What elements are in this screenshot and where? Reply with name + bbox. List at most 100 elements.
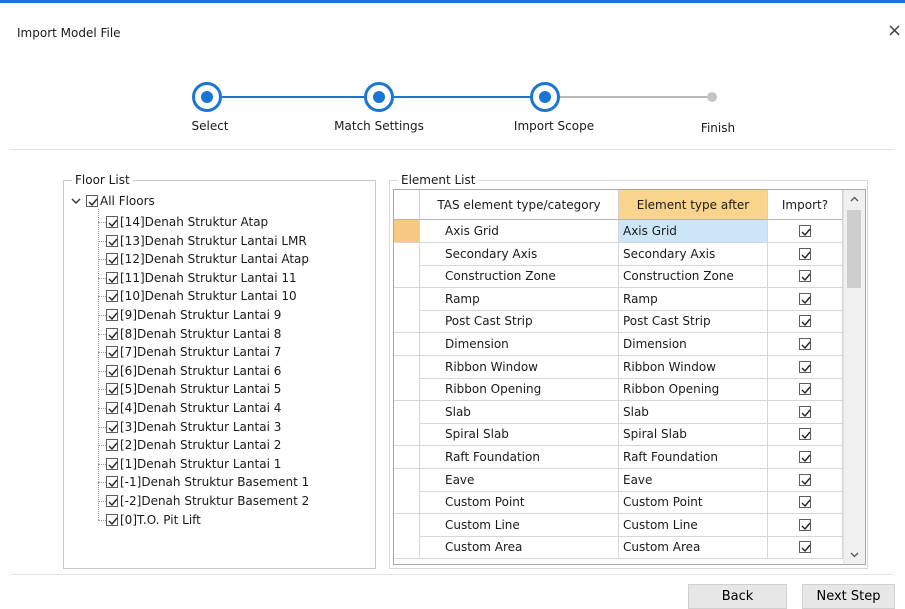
scroll-down-icon[interactable] — [844, 546, 865, 564]
checkbox-checked-icon[interactable] — [799, 451, 811, 463]
type-after-cell[interactable]: Spiral Slab — [619, 423, 768, 447]
tree-item-floor[interactable]: [5]Denah Struktur Lantai 5 — [106, 380, 281, 398]
table-row[interactable]: Ribbon Opening Ribbon Opening — [394, 378, 843, 402]
table-row[interactable]: Custom Point Custom Point — [394, 491, 843, 515]
type-after-cell[interactable]: Custom Line — [619, 513, 768, 537]
checkbox-checked-icon[interactable] — [799, 541, 811, 554]
tree-item-floor[interactable]: [3]Denah Struktur Lantai 3 — [106, 418, 281, 436]
checkbox-checked-icon[interactable] — [106, 309, 118, 321]
back-button[interactable]: Back — [688, 584, 787, 609]
type-after-cell[interactable]: Axis Grid — [619, 220, 768, 243]
scroll-up-icon[interactable] — [844, 190, 865, 208]
tree-item-floor[interactable]: [8]Denah Struktur Lantai 8 — [106, 325, 281, 343]
next-step-button[interactable]: Next Step — [802, 584, 895, 609]
close-icon[interactable]: × — [887, 22, 902, 40]
checkbox-checked-icon[interactable] — [106, 327, 118, 340]
tree-item-floor[interactable]: [12]Denah Struktur Lantai Atap — [106, 250, 309, 268]
scrollbar-thumb[interactable] — [847, 210, 861, 288]
type-after-cell[interactable]: Eave — [619, 468, 768, 492]
checkbox-checked-icon[interactable] — [106, 457, 118, 470]
type-after-cell[interactable]: Ribbon Window — [619, 355, 768, 379]
type-after-cell[interactable]: Slab — [619, 400, 768, 424]
type-after-cell[interactable]: Ramp — [619, 287, 768, 311]
checkbox-checked-icon[interactable] — [799, 518, 811, 531]
tree-item-floor[interactable]: [-2]Denah Struktur Basement 2 — [106, 492, 309, 510]
row-header[interactable] — [394, 355, 420, 379]
checkbox-checked-icon[interactable] — [106, 253, 118, 266]
row-header[interactable] — [394, 333, 420, 356]
tree-item-floor[interactable]: [-1]Denah Struktur Basement 1 — [106, 473, 309, 491]
tree-item-floor[interactable]: [11]Denah Struktur Lantai 11 — [106, 269, 297, 287]
checkbox-checked-icon[interactable] — [799, 473, 811, 486]
type-after-cell[interactable]: Ribbon Opening — [619, 378, 768, 402]
checkbox-checked-icon[interactable] — [106, 420, 118, 433]
table-row[interactable]: Custom Line Custom Line — [394, 513, 843, 537]
table-row[interactable]: Ramp Ramp — [394, 287, 843, 311]
checkbox-checked-icon[interactable] — [799, 270, 811, 283]
column-header-import[interactable]: Import? — [768, 190, 843, 220]
checkbox-checked-icon[interactable] — [799, 383, 811, 396]
tree-item-floor[interactable]: [9]Denah Struktur Lantai 9 — [106, 306, 281, 324]
tree-item-floor[interactable]: [6]Denah Struktur Lantai 6 — [106, 362, 281, 380]
table-row[interactable]: Raft Foundation Raft Foundation — [394, 446, 843, 469]
tree-item-floor[interactable]: [0]T.O. Pit Lift — [106, 511, 201, 529]
row-header[interactable] — [394, 310, 420, 334]
type-after-cell[interactable]: Dimension — [619, 333, 768, 356]
table-row[interactable]: Post Cast Strip Post Cast Strip — [394, 310, 843, 334]
table-row[interactable]: Dimension Dimension — [394, 333, 843, 356]
checkbox-checked-icon[interactable] — [86, 195, 98, 207]
checkbox-checked-icon[interactable] — [799, 360, 811, 373]
row-header[interactable] — [394, 400, 420, 424]
row-header[interactable] — [394, 242, 420, 266]
checkbox-checked-icon[interactable] — [106, 290, 118, 303]
row-header[interactable] — [394, 378, 420, 402]
table-row[interactable]: Eave Eave — [394, 468, 843, 492]
checkbox-checked-icon[interactable] — [799, 338, 811, 350]
checkbox-checked-icon[interactable] — [799, 247, 811, 260]
row-header[interactable] — [394, 491, 420, 515]
tree-item-floor[interactable]: [7]Denah Struktur Lantai 7 — [106, 343, 281, 361]
checkbox-checked-icon[interactable] — [106, 234, 118, 247]
type-after-cell[interactable]: Post Cast Strip — [619, 310, 768, 334]
checkbox-checked-icon[interactable] — [799, 405, 811, 418]
column-header-type-after[interactable]: Element type after — [619, 190, 768, 220]
checkbox-checked-icon[interactable] — [106, 402, 118, 414]
checkbox-checked-icon[interactable] — [106, 476, 118, 489]
tree-item-floor[interactable]: [14]Denah Struktur Atap — [106, 213, 268, 231]
row-header[interactable] — [394, 513, 420, 537]
checkbox-checked-icon[interactable] — [106, 439, 118, 452]
table-row[interactable]: Secondary Axis Secondary Axis — [394, 242, 843, 266]
chevron-down-icon[interactable] — [70, 195, 82, 207]
type-after-cell[interactable]: Custom Point — [619, 491, 768, 515]
checkbox-checked-icon[interactable] — [106, 364, 118, 377]
checkbox-checked-icon[interactable] — [106, 495, 118, 507]
tree-item-floor[interactable]: [1]Denah Struktur Lantai 1 — [106, 455, 281, 473]
table-scrollbar[interactable] — [843, 190, 865, 564]
type-after-cell[interactable]: Construction Zone — [619, 265, 768, 289]
row-header[interactable] — [394, 423, 420, 447]
tree-item-floor[interactable]: [4]Denah Struktur Lantai 4 — [106, 399, 281, 417]
checkbox-checked-icon[interactable] — [799, 315, 811, 328]
row-header[interactable] — [394, 287, 420, 311]
checkbox-checked-icon[interactable] — [799, 496, 811, 509]
type-after-cell[interactable]: Custom Area — [619, 536, 768, 560]
table-row[interactable]: Ribbon Window Ribbon Window — [394, 355, 843, 379]
tree-item-floor[interactable]: [10]Denah Struktur Lantai 10 — [106, 287, 297, 305]
row-header[interactable] — [394, 265, 420, 289]
table-row[interactable]: Axis Grid Axis Grid — [394, 220, 843, 243]
checkbox-checked-icon[interactable] — [106, 346, 118, 359]
checkbox-checked-icon[interactable] — [799, 428, 811, 441]
checkbox-checked-icon[interactable] — [106, 513, 118, 526]
table-row[interactable]: Custom Area Custom Area — [394, 536, 843, 560]
checkbox-checked-icon[interactable] — [106, 216, 118, 228]
checkbox-checked-icon[interactable] — [106, 383, 118, 396]
row-header[interactable] — [394, 468, 420, 492]
table-row[interactable]: Slab Slab — [394, 400, 843, 424]
tree-item-floor[interactable]: [2]Denah Struktur Lantai 2 — [106, 436, 281, 454]
table-row[interactable]: Spiral Slab Spiral Slab — [394, 423, 843, 447]
tree-root-all-floors[interactable]: All Floors — [70, 193, 155, 209]
row-header[interactable] — [394, 446, 420, 469]
type-after-cell[interactable]: Raft Foundation — [619, 446, 768, 469]
checkbox-checked-icon[interactable] — [799, 292, 811, 305]
column-header-tas-type[interactable]: TAS element type/category — [420, 190, 619, 220]
